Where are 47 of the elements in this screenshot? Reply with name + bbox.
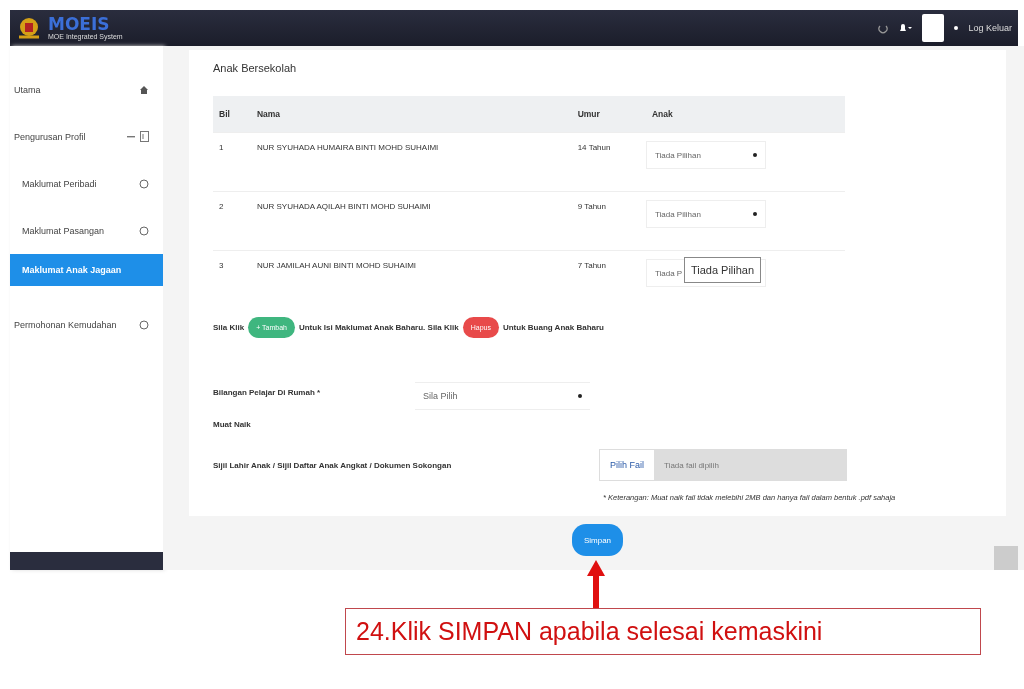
student-count-dropdown[interactable]: Sila Pilih [415, 382, 590, 410]
column-header: Bil [213, 96, 251, 133]
table-cell: 2 [213, 191, 251, 251]
avatar[interactable] [922, 14, 945, 42]
file-field[interactable]: Pilih Fail Tiada fail dipilih [599, 449, 847, 481]
dropdown-option[interactable]: Tiada Pilihan [683, 257, 762, 283]
sidebar-item[interactable]: Permohonan Kemudahan [10, 301, 163, 348]
column-header: Anak [645, 96, 845, 133]
card-title: Anak Bersekolah [213, 62, 298, 74]
circle-icon [139, 319, 149, 330]
table-cell: 7 Tahun [571, 250, 646, 309]
circle-icon [139, 225, 149, 236]
table-cell: 14 Tahun [571, 132, 646, 192]
instruction-text: Untuk Buang Anak Baharu [502, 323, 604, 332]
dropdown[interactable]: Tiada Pilihan [645, 200, 766, 228]
sidebar-subitem[interactable]: Maklumat Peribadi [10, 160, 163, 207]
column-header: Umur [571, 96, 646, 133]
instruction-text: Untuk Isi Maklumat Anak Baharu. Sila Klik [298, 323, 459, 332]
home-icon [139, 84, 149, 95]
instruction-text: Sila Klik [213, 323, 245, 332]
table-cell: 9 Tahun [571, 191, 646, 251]
field-label: Sijil Lahir Anak / Sijil Daftar Anak Angkat / Dokumen Sokongan [213, 460, 453, 470]
arrow [587, 560, 605, 608]
logout-link[interactable]: Log Keluar [968, 23, 1012, 33]
field-label: Bilangan Pelajar Di Rumah * [213, 387, 322, 397]
circle-icon [139, 178, 149, 189]
bell-icon[interactable] [898, 22, 913, 34]
table-cell: 1 [213, 132, 251, 192]
table-cell: 3 [213, 250, 251, 309]
table-cell: NUR SYUHADA AQILAH BINTI MOHD SUHAIMI [250, 191, 572, 251]
annotation-callout: 24.Klik SIMPAN apabila selesai kemaskini [345, 608, 981, 655]
dropdown[interactable]: Tiada Pilihan [645, 141, 766, 169]
collapse-icon [127, 135, 135, 138]
sidebar-item[interactable]: Utama [10, 66, 163, 113]
table-cell: NUR JAMILAH AUNI BINTI MOHD SUHAIMI [250, 250, 572, 309]
logo-text: MOEIS [48, 16, 111, 33]
column-header: Nama [250, 96, 572, 133]
crest-icon [16, 15, 42, 41]
dot-icon [752, 212, 757, 216]
dot-icon [752, 153, 757, 157]
table-cell: NUR SYUHADA HUMAIRA BINTI MOHD SUHAIMI [250, 132, 572, 192]
document-icon [140, 131, 149, 142]
sidebar-item[interactable]: Pengurusan Profil [10, 113, 163, 160]
dot-icon [578, 394, 582, 398]
section-heading: Muat Naik [213, 420, 252, 429]
sidebar-subitem[interactable]: Maklumat Pasangan [10, 207, 163, 254]
caret-icon[interactable] [954, 26, 959, 30]
